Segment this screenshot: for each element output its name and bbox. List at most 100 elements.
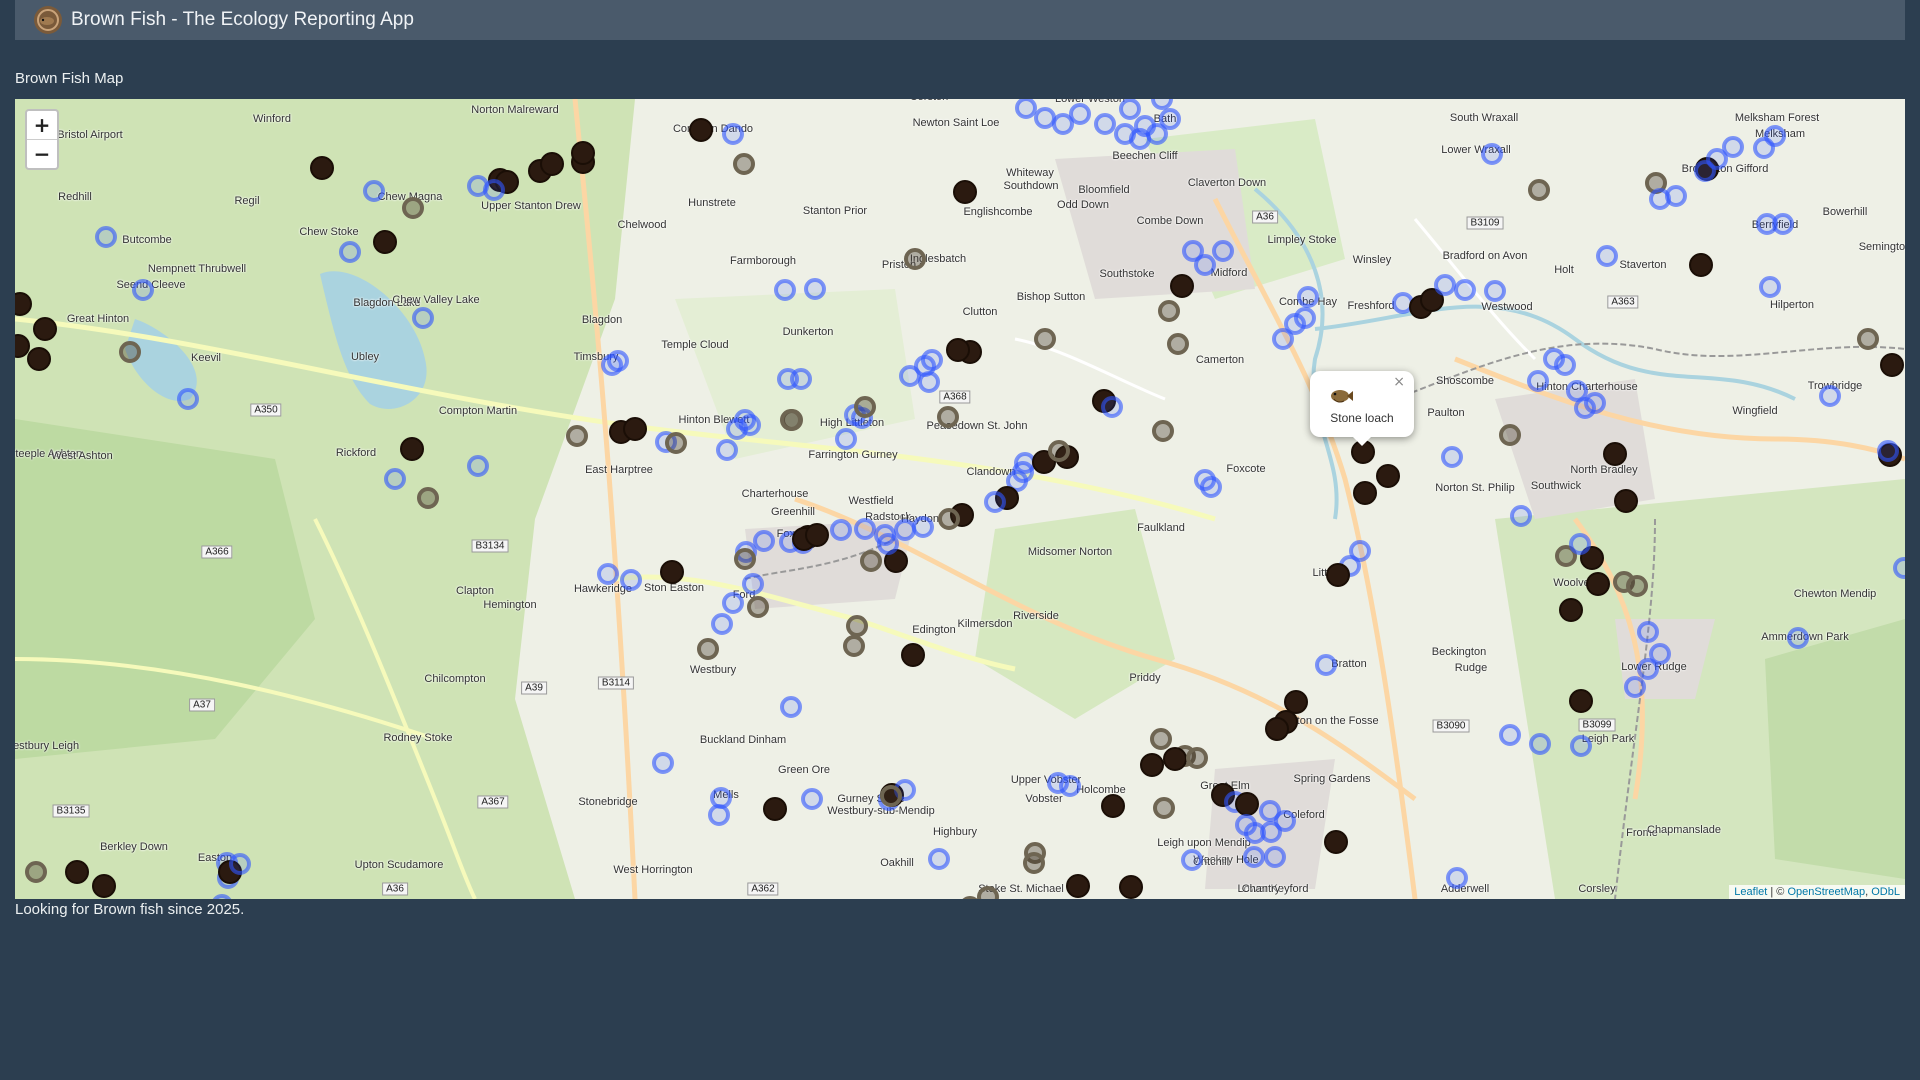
observation-marker-blue[interactable]: [1034, 107, 1056, 129]
observation-marker-olive[interactable]: [566, 425, 588, 447]
observation-marker-olive[interactable]: [880, 785, 902, 807]
observation-marker-blue[interactable]: [1893, 557, 1905, 579]
observation-marker-blue[interactable]: [1569, 533, 1591, 555]
observation-marker-blue[interactable]: [1527, 370, 1549, 392]
observation-marker-blue[interactable]: [1059, 775, 1081, 797]
observation-markers[interactable]: [15, 99, 1905, 899]
observation-marker-blue[interactable]: [1484, 280, 1506, 302]
observation-marker-olive[interactable]: [846, 615, 868, 637]
observation-marker-dark[interactable]: [1559, 598, 1583, 622]
observation-marker-dark[interactable]: [92, 874, 116, 898]
observation-marker-dark[interactable]: [1119, 875, 1143, 899]
observation-marker-blue[interactable]: [229, 853, 251, 875]
observation-marker-blue[interactable]: [894, 519, 916, 541]
observation-marker-blue[interactable]: [1119, 99, 1141, 120]
observation-marker-dark[interactable]: [1614, 489, 1638, 513]
observation-marker-blue[interactable]: [1574, 397, 1596, 419]
observation-marker-blue[interactable]: [1722, 136, 1744, 158]
observation-marker-olive[interactable]: [854, 396, 876, 418]
observation-marker-blue[interactable]: [742, 573, 764, 595]
observation-marker-olive[interactable]: [1153, 797, 1175, 819]
observation-marker-dark[interactable]: [373, 230, 397, 254]
observation-marker-dark[interactable]: [310, 156, 334, 180]
observation-marker-blue[interactable]: [1294, 307, 1316, 329]
observation-marker-blue[interactable]: [753, 530, 775, 552]
observation-marker-dark[interactable]: [15, 292, 32, 316]
observation-marker-blue[interactable]: [1446, 867, 1468, 889]
observation-marker-blue[interactable]: [1554, 354, 1576, 376]
observation-marker-dark[interactable]: [1284, 690, 1308, 714]
observation-marker-olive[interactable]: [747, 596, 769, 618]
observation-marker-dark[interactable]: [1235, 792, 1259, 816]
observation-marker-olive[interactable]: [1528, 179, 1550, 201]
observation-marker-dark[interactable]: [571, 141, 595, 165]
observation-marker-dark[interactable]: [33, 317, 57, 341]
observation-marker-dark[interactable]: [623, 417, 647, 441]
observation-marker-blue[interactable]: [339, 241, 361, 263]
observation-marker-blue[interactable]: [1764, 125, 1786, 147]
observation-marker-dark[interactable]: [1326, 563, 1350, 587]
observation-marker-olive[interactable]: [1857, 328, 1879, 350]
observation-marker-dark[interactable]: [1101, 794, 1125, 818]
observation-marker-dark[interactable]: [1353, 481, 1377, 505]
zoom-control[interactable]: + −: [25, 109, 59, 170]
observation-marker-olive[interactable]: [734, 548, 756, 570]
observation-marker-blue[interactable]: [711, 613, 733, 635]
observation-marker-blue[interactable]: [1570, 735, 1592, 757]
observation-marker-blue[interactable]: [212, 894, 232, 899]
observation-marker-blue[interactable]: [830, 519, 852, 541]
observation-marker-olive[interactable]: [1158, 300, 1180, 322]
observation-marker-blue[interactable]: [652, 752, 674, 774]
observation-marker-dark[interactable]: [540, 152, 564, 176]
observation-marker-blue[interactable]: [1015, 99, 1037, 119]
observation-marker-dark[interactable]: [1140, 753, 1164, 777]
observation-marker-olive[interactable]: [1023, 852, 1045, 874]
observation-marker-blue[interactable]: [384, 468, 406, 490]
observation-marker-dark[interactable]: [901, 643, 925, 667]
observation-marker-olive[interactable]: [402, 197, 424, 219]
observation-marker-blue[interactable]: [1877, 440, 1899, 462]
observation-marker-olive[interactable]: [733, 153, 755, 175]
observation-marker-blue[interactable]: [780, 696, 802, 718]
observation-marker-blue[interactable]: [1596, 245, 1618, 267]
observation-marker-blue[interactable]: [601, 354, 623, 376]
zoom-in-button[interactable]: +: [27, 111, 57, 139]
observation-marker-olive[interactable]: [937, 406, 959, 428]
odbl-link[interactable]: ODbL: [1871, 886, 1900, 898]
observation-marker-blue[interactable]: [1052, 113, 1074, 135]
observation-marker-olive[interactable]: [961, 896, 979, 899]
observation-marker-olive[interactable]: [697, 638, 719, 660]
observation-marker-dark[interactable]: [1689, 253, 1713, 277]
observation-marker-blue[interactable]: [1212, 240, 1234, 262]
observation-marker-olive[interactable]: [119, 341, 141, 363]
observation-marker-dark[interactable]: [660, 560, 684, 584]
observation-marker-blue[interactable]: [1787, 627, 1809, 649]
observation-marker-dark[interactable]: [763, 797, 787, 821]
observation-marker-dark[interactable]: [946, 338, 970, 362]
observation-marker-olive[interactable]: [843, 635, 865, 657]
observation-marker-dark[interactable]: [1066, 874, 1090, 898]
observation-marker-olive[interactable]: [417, 487, 439, 509]
observation-marker-dark[interactable]: [1265, 717, 1289, 741]
observation-marker-blue[interactable]: [716, 439, 738, 461]
observation-marker-blue[interactable]: [1441, 446, 1463, 468]
observation-marker-blue[interactable]: [777, 368, 799, 390]
observation-marker-olive[interactable]: [1167, 333, 1189, 355]
observation-marker-blue[interactable]: [1694, 160, 1716, 182]
osm-link[interactable]: OpenStreetMap: [1787, 886, 1865, 898]
observation-marker-blue[interactable]: [1637, 621, 1659, 643]
observation-marker-blue[interactable]: [1481, 143, 1503, 165]
observation-marker-blue[interactable]: [877, 533, 899, 555]
observation-marker-blue[interactable]: [1665, 185, 1687, 207]
observation-marker-blue[interactable]: [1101, 396, 1123, 418]
observation-marker-blue[interactable]: [774, 279, 796, 301]
observation-marker-dark[interactable]: [65, 860, 89, 884]
observation-marker-blue[interactable]: [1297, 286, 1319, 308]
observation-marker-blue[interactable]: [1510, 505, 1532, 527]
observation-marker-blue[interactable]: [1819, 385, 1841, 407]
observation-marker-olive[interactable]: [1034, 328, 1056, 350]
observation-marker-blue[interactable]: [912, 516, 934, 538]
observation-marker-blue[interactable]: [914, 355, 936, 377]
observation-marker-blue[interactable]: [95, 226, 117, 248]
observation-marker-blue[interactable]: [1200, 476, 1222, 498]
